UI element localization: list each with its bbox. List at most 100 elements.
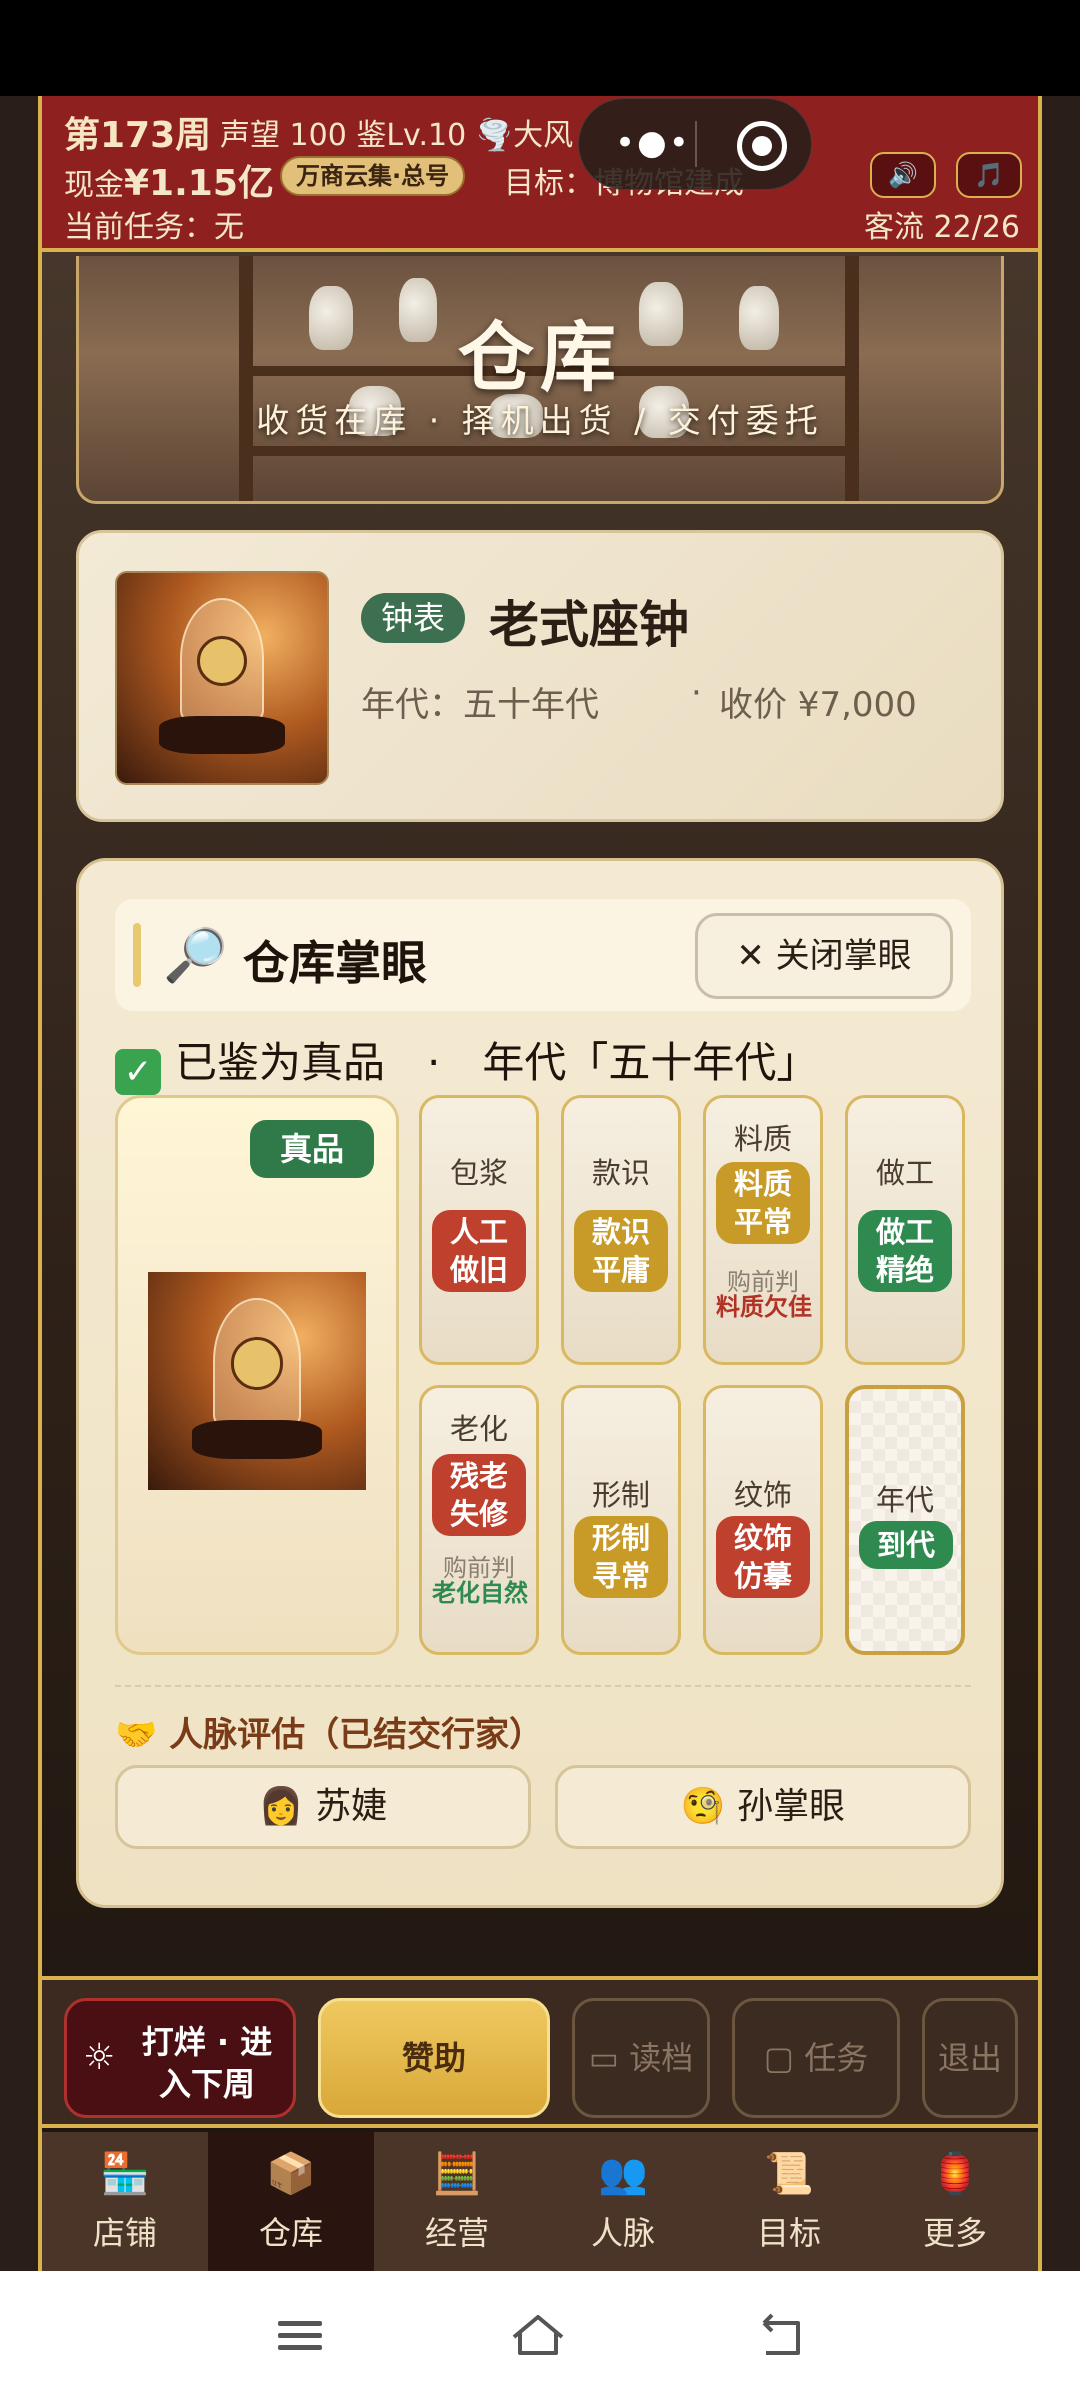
week-counter: 第173周 — [64, 115, 212, 156]
action-bar: ☼ 打烊 · 进入下周 赞助 ▭ 读档 ▢ 任务 退出 — [42, 1976, 1038, 2128]
next-week-button[interactable]: ☼ 打烊 · 进入下周 — [64, 1998, 296, 2118]
tab-contacts[interactable]: 👥 人脉 — [540, 2132, 706, 2271]
trait-label: 款识 — [591, 1156, 650, 1190]
separator-dot: · — [691, 673, 702, 713]
music-toggle-button[interactable]: 🎵 — [956, 152, 1022, 198]
next-week-label: 打烊 · 进入下周 — [141, 2023, 273, 2103]
category-badge: 钟表 — [361, 593, 466, 643]
cash-label: 现金 — [64, 168, 124, 203]
lantern-icon: 🏮 — [930, 2151, 980, 2197]
trait-tile-era[interactable]: 年代 到代 — [845, 1385, 965, 1655]
miniprogram-capsule: •●• — [578, 98, 812, 190]
task-icon: ▢ — [763, 2039, 805, 2077]
tasks-label: 任务 — [804, 2039, 869, 2077]
trait-chip: 到代 — [859, 1521, 953, 1569]
trait-label: 包浆 — [449, 1156, 508, 1190]
cash: 现金¥1.15亿 — [64, 154, 274, 206]
trait-label: 年代 — [875, 1483, 934, 1517]
tab-more[interactable]: 🏮 更多 — [872, 2132, 1038, 2271]
trait-chip: 款识 平庸 — [574, 1210, 668, 1292]
item-price: 收价 ¥7,000 — [719, 685, 917, 725]
music-note-icon: 🎵 — [974, 161, 1004, 189]
tab-label: 经营 — [424, 2214, 489, 2252]
top-header: 第173周 声望 100 鉴Lv.10 🌪️大风 现金¥1.15亿 万商云集·总… — [42, 96, 1038, 252]
trait-tile-craftsmanship[interactable]: 做工 做工 精绝 — [845, 1095, 965, 1365]
trait-label: 料质 — [733, 1122, 792, 1156]
banner-title: 仓库 — [458, 313, 622, 402]
trait-chip: 形制 寻常 — [574, 1516, 668, 1598]
trait-tile-material[interactable]: 料质 料质 平常 购前判 料质欠佳 — [703, 1095, 823, 1365]
prestige-level: 声望 100 鉴Lv.10 🌪️大风 — [220, 110, 573, 154]
appraisal-title: 仓库掌眼 — [243, 936, 427, 990]
trait-tile-patina[interactable]: 包浆 人工 做旧 — [419, 1095, 539, 1365]
trait-label: 纹饰 — [733, 1478, 792, 1512]
weather-status: 🌪️大风 — [475, 118, 574, 153]
box-icon: 📦 — [266, 2151, 316, 2197]
sound-toggle-button[interactable]: 🔊 — [870, 152, 936, 198]
expert-button-su-jie[interactable]: 👩 苏婕 — [115, 1765, 531, 1849]
trait-tile-inscription[interactable]: 款识 款识 平庸 — [561, 1095, 681, 1365]
cash-value: ¥1.15亿 — [124, 163, 274, 204]
trait-chip: 人工 做旧 — [432, 1210, 526, 1292]
people-icon: 👥 — [598, 2151, 648, 2197]
trait-chip: 料质 平常 — [716, 1162, 810, 1244]
genuine-badge: 真品 — [250, 1120, 374, 1178]
appraisal-panel: 🔎 仓库掌眼 ✕ 关闭掌眼 ✓ 已鉴为真品 · 年代「五十年代」 真品 包浆 人工… — [76, 858, 1004, 1908]
tab-label: 目标 — [756, 2214, 821, 2252]
item-era: 年代：五十年代 — [361, 685, 599, 725]
trait-chip: 残老 失修 — [432, 1454, 526, 1536]
tab-goals[interactable]: 📜 目标 — [706, 2132, 872, 2271]
item-thumbnail — [115, 571, 329, 785]
item-large-image: 真品 — [115, 1095, 399, 1655]
back-icon[interactable] — [752, 2311, 812, 2361]
trait-label: 做工 — [875, 1156, 934, 1190]
item-name: 老式座钟 — [489, 596, 689, 654]
trait-chip: 做工 精绝 — [858, 1210, 952, 1292]
load-save-button[interactable]: ▭ 读档 — [572, 1998, 710, 2118]
customer-flow: 客流 22/26 — [864, 210, 1020, 245]
pre-purchase-value: 料质欠佳 — [716, 1293, 812, 1321]
quit-button[interactable]: 退出 — [922, 1998, 1018, 2118]
alliance-badge[interactable]: 万商云集·总号 — [280, 156, 466, 196]
bottom-tab-bar: 🏪 店铺 📦 仓库 🧮 经营 👥 人脉 📜 目标 🏮 更多 — [42, 2132, 1038, 2271]
tab-shop[interactable]: 🏪 店铺 — [42, 2132, 208, 2271]
close-appraisal-button[interactable]: ✕ 关闭掌眼 — [695, 913, 953, 999]
warehouse-banner: 仓库 收货在库 · 择机出货 / 交付委托 — [76, 256, 1004, 504]
home-icon[interactable] — [508, 2311, 568, 2361]
tab-warehouse[interactable]: 📦 仓库 — [208, 2132, 374, 2271]
sun-icon: ☼ — [83, 2037, 116, 2078]
status-bar — [0, 0, 1080, 96]
magnifier-icon: 🔎 — [163, 926, 228, 986]
tab-label: 店铺 — [92, 2214, 157, 2252]
tab-label: 人脉 — [590, 2214, 655, 2252]
pre-purchase-value: 老化自然 — [432, 1579, 528, 1607]
prestige-text: 声望 100 鉴Lv.10 — [220, 118, 467, 153]
abacus-icon: 🧮 — [432, 2151, 482, 2197]
scroll-icon: 📜 — [764, 2151, 814, 2197]
current-task: 当前任务：无 — [64, 210, 244, 245]
tasks-button[interactable]: ▢ 任务 — [732, 1998, 900, 2118]
game-frame: 第173周 声望 100 鉴Lv.10 🌪️大风 现金¥1.15亿 万商云集·总… — [38, 96, 1042, 2271]
close-icon: ✕ — [736, 936, 776, 976]
expert-button-sun-zhangyan[interactable]: 🧐 孙掌眼 — [555, 1765, 971, 1849]
load-label: 读档 — [629, 2039, 694, 2077]
close-miniprogram-icon[interactable] — [737, 121, 787, 171]
shop-icon: 🏪 — [100, 2151, 150, 2197]
more-dots-icon[interactable]: •●• — [615, 123, 691, 163]
system-nav-bar — [0, 2271, 1080, 2400]
sponsor-button[interactable]: 赞助 — [318, 1998, 550, 2118]
clock-photo — [148, 1272, 366, 1490]
relations-title: 🤝 人脉评估（已结交行家） — [115, 1715, 544, 1755]
trait-label: 老化 — [449, 1412, 508, 1446]
trait-tile-aging[interactable]: 老化 残老 失修 购前判 老化自然 — [419, 1385, 539, 1655]
close-label: 关闭掌眼 — [775, 936, 912, 976]
verdict-text: 已鉴为真品 · 年代「五十年代」 — [175, 1038, 819, 1087]
verdict-line: ✓ 已鉴为真品 · 年代「五十年代」 — [115, 1029, 818, 1095]
speaker-icon: 🔊 — [888, 161, 918, 189]
trait-tile-form[interactable]: 形制 形制 寻常 — [561, 1385, 681, 1655]
menu-icon[interactable] — [270, 2311, 330, 2361]
trait-tile-ornament[interactable]: 纹饰 纹饰 仿摹 — [703, 1385, 823, 1655]
item-card[interactable]: 钟表 老式座钟 年代：五十年代 · 收价 ¥7,000 — [76, 530, 1004, 822]
folder-icon: ▭ — [588, 2039, 630, 2077]
tab-business[interactable]: 🧮 经营 — [374, 2132, 540, 2271]
